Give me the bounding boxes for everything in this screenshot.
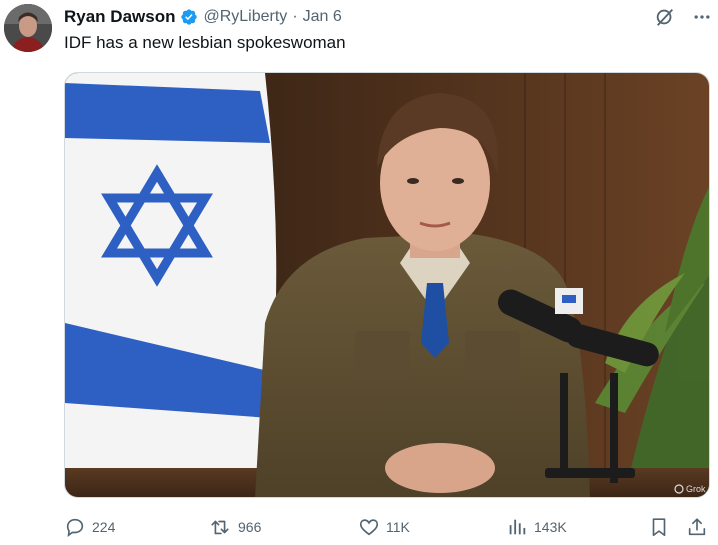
repost-count: 966 [238,519,262,535]
media-watermark: Grok [686,484,706,494]
action-bar: 224 966 11K 143K [64,512,710,542]
grok-icon[interactable] [654,6,676,28]
tweet-text: IDF has a new lesbian spokeswoman [64,33,346,52]
avatar-image [4,4,52,52]
separator-dot: · [292,8,298,25]
repost-button[interactable]: 966 [208,512,261,542]
reply-icon [64,516,86,538]
share-icon [686,516,708,538]
header-actions [654,6,712,28]
reply-count: 224 [92,519,116,535]
more-icon[interactable] [692,7,712,27]
author-handle[interactable]: @RyLiberty [203,8,287,26]
author-name[interactable]: Ryan Dawson [64,7,175,27]
reply-button[interactable]: 224 [64,512,115,542]
views-button[interactable]: 143K [506,512,567,542]
bookmark-icon [648,516,670,538]
media-image: Grok [65,73,709,497]
like-count: 11K [386,519,410,535]
views-icon [506,516,528,538]
bookmark-button[interactable] [648,512,670,542]
avatar[interactable] [4,4,52,52]
tweet-date[interactable]: Jan 6 [303,8,342,26]
like-button[interactable]: 11K [358,512,410,542]
verified-badge-icon [180,8,198,26]
views-count: 143K [534,519,567,535]
repost-icon [208,516,232,538]
tweet-media[interactable]: Grok [64,72,710,498]
like-icon [358,516,380,538]
share-button[interactable] [686,512,708,542]
tweet-header: Ryan Dawson @RyLiberty · Jan 6 [64,6,342,28]
